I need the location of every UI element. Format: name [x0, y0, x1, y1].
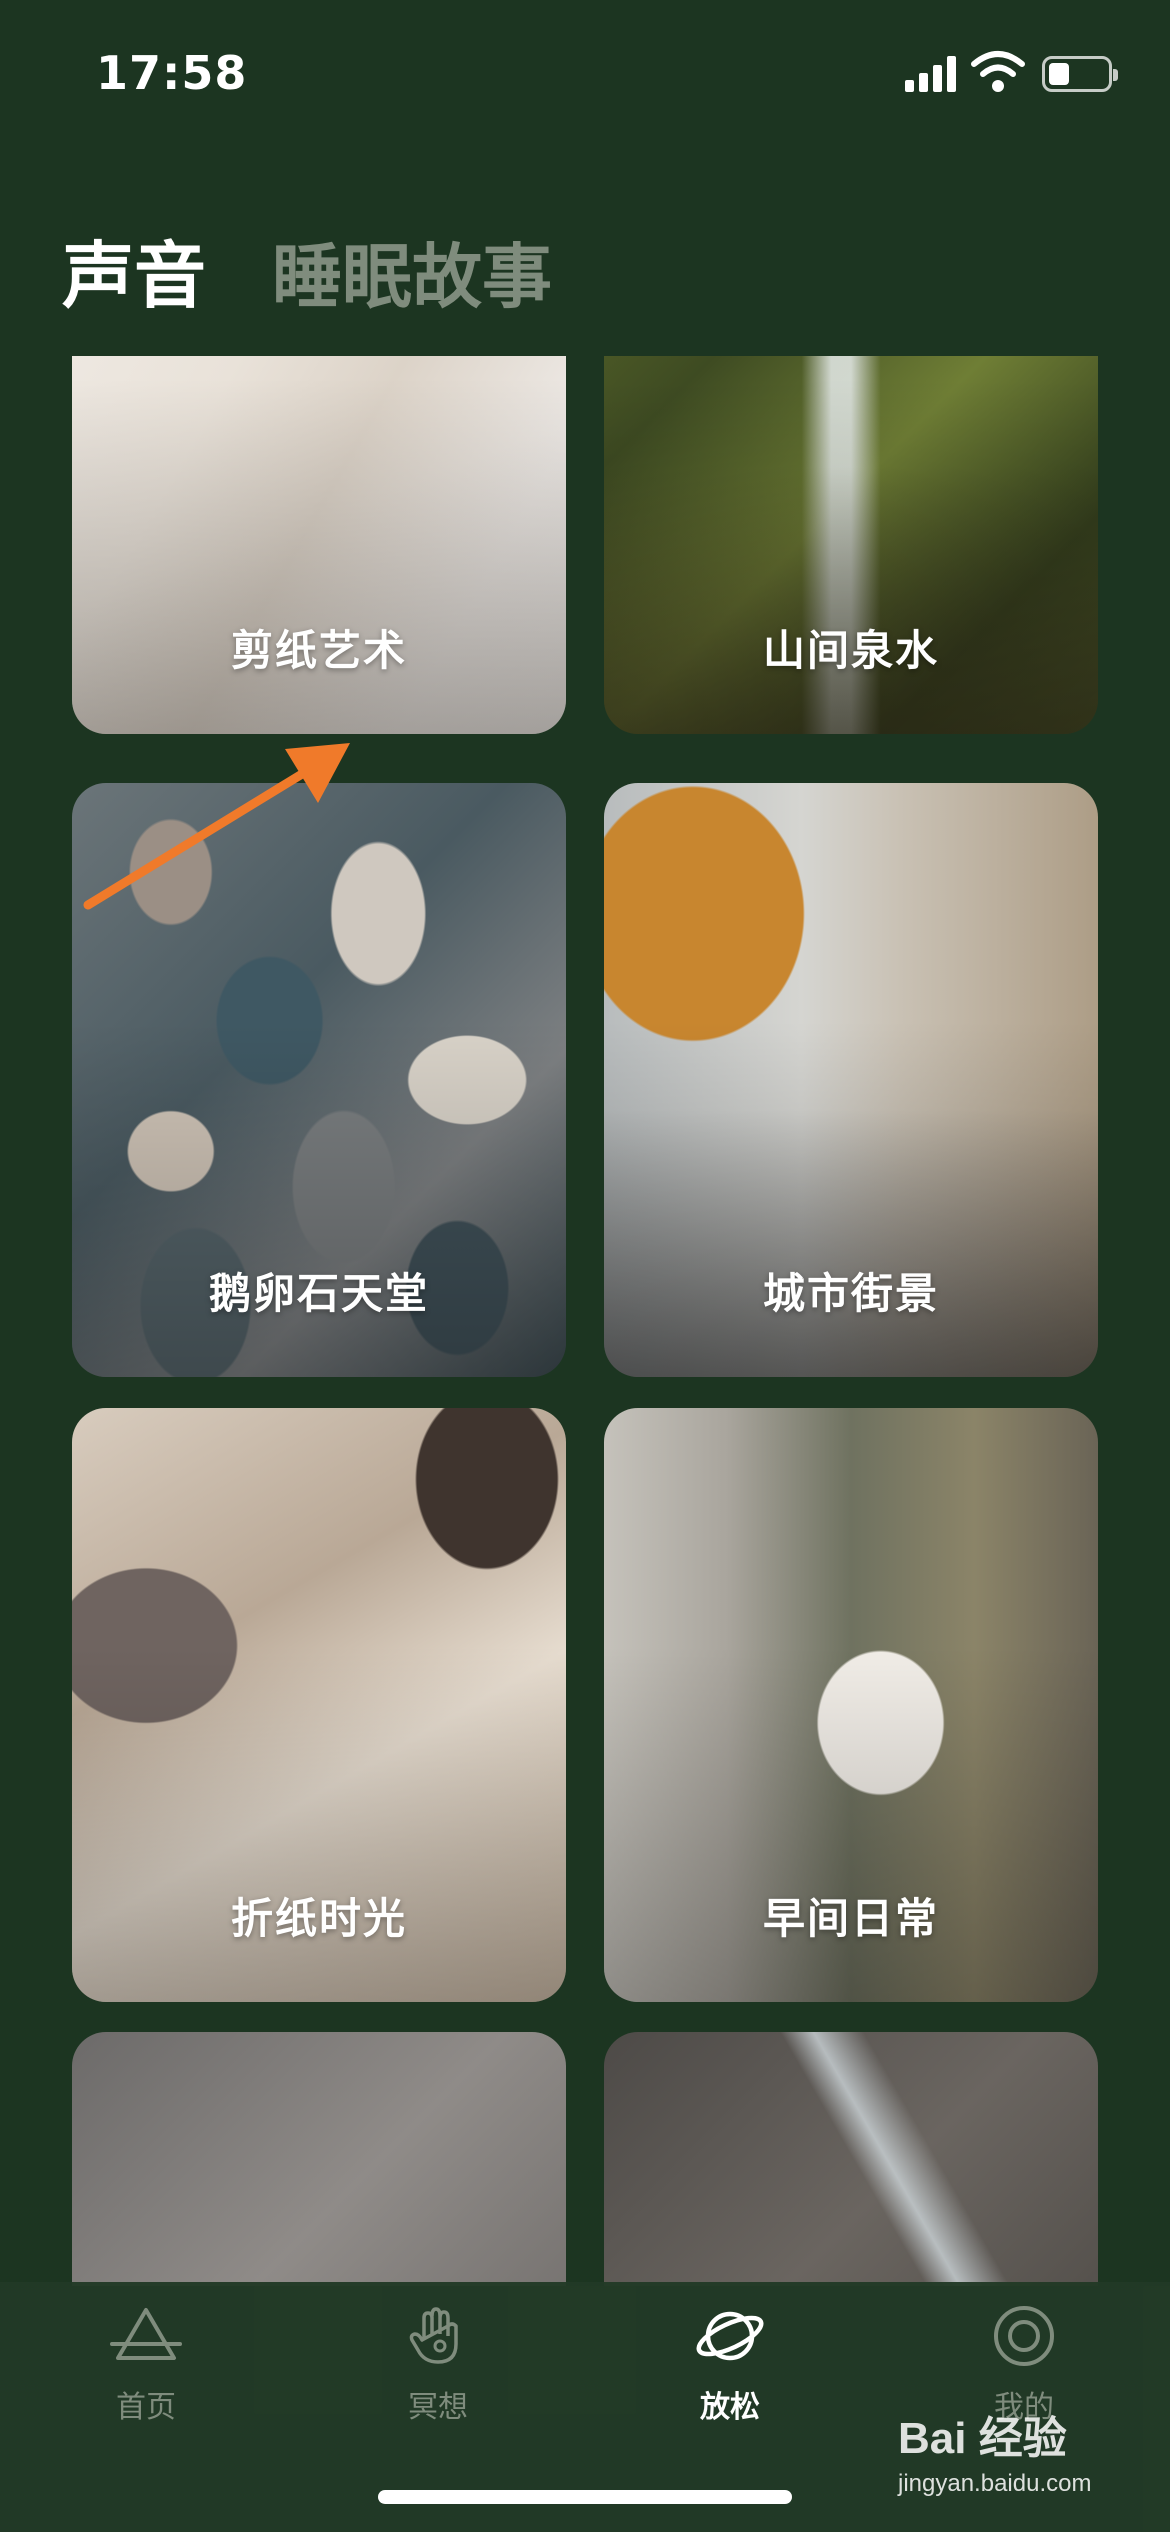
status-bar: 17:58 — [0, 0, 1170, 150]
hand-meditation-icon — [409, 2307, 458, 2364]
sound-card-origami-time[interactable]: 折纸时光 — [72, 1408, 566, 2002]
tab-sounds[interactable]: 声音 — [62, 217, 206, 322]
status-time: 17:58 — [96, 46, 248, 100]
nav-home[interactable]: 首页 — [46, 2300, 246, 2426]
battery-icon — [1042, 56, 1118, 92]
sound-card-morning-routine[interactable]: 早间日常 — [604, 1408, 1098, 2002]
watermark-url: jingyan.baidu.com — [898, 2470, 1092, 2497]
watermark-logo-text: Bai 经验 — [898, 2414, 1067, 2463]
nav-label: 首页 — [116, 2390, 176, 2425]
home-indicator[interactable] — [378, 2490, 792, 2504]
category-tabs: 声音 睡眠故事 — [62, 232, 552, 322]
sound-card-pebble-paradise[interactable]: 鹅卵石天堂 — [72, 783, 566, 1377]
card-label: 城市街景 — [762, 1269, 939, 1318]
signal-bars-icon — [905, 56, 957, 92]
card-label: 山间泉水 — [762, 626, 939, 675]
planet-relax-icon — [696, 2311, 764, 2361]
triangle-home-icon — [110, 2308, 182, 2360]
card-label: 剪纸艺术 — [230, 626, 407, 675]
tab-sleep-stories[interactable]: 睡眠故事 — [272, 221, 552, 322]
sound-card-paper-cutting[interactable]: 剪纸艺术 — [72, 356, 566, 734]
nav-meditation[interactable]: 冥想 — [338, 2300, 538, 2426]
sound-card-mountain-spring[interactable]: 山间泉水 — [604, 356, 1098, 734]
sound-card-cat[interactable] — [72, 2032, 566, 2286]
profile-circle-icon — [994, 2306, 1054, 2366]
wifi-icon — [971, 51, 1025, 92]
app-screen: 17:58 声音 睡眠故事 剪纸艺术 山间泉水 鹅卵石天堂 城市街景 折纸时光 … — [0, 0, 1170, 2532]
nav-label: 冥想 — [408, 2390, 468, 2425]
sound-card-grid: 剪纸艺术 山间泉水 鹅卵石天堂 城市街景 折纸时光 早间日常 — [0, 356, 1170, 2286]
baidu-jingyan-watermark: Bai 经验 jingyan.baidu.com — [890, 2400, 1150, 2510]
sound-card-city-street[interactable]: 城市街景 — [604, 783, 1098, 1377]
nav-relax[interactable]: 放松 — [630, 2300, 830, 2426]
card-label: 鹅卵石天堂 — [208, 1269, 429, 1318]
sound-card-water[interactable] — [604, 2032, 1098, 2286]
nav-label: 放松 — [700, 2390, 760, 2425]
card-label: 早间日常 — [762, 1894, 939, 1943]
card-label: 折纸时光 — [230, 1894, 407, 1943]
